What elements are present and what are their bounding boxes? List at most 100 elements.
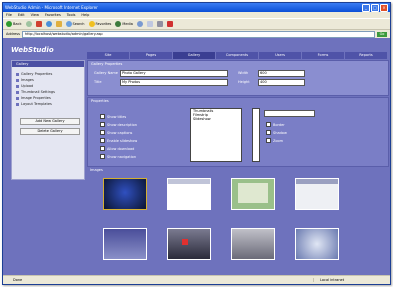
tab-users[interactable]: Users	[259, 52, 301, 59]
checkbox-label: Show captions	[107, 130, 133, 135]
image-thumbnail[interactable]	[103, 178, 147, 210]
menu-tools[interactable]: Tools	[67, 13, 76, 17]
image-thumbnail[interactable]	[295, 228, 339, 260]
favorites-button[interactable]: Favorites	[88, 21, 112, 27]
sidebar-item-label: Image Properties	[21, 96, 51, 100]
width-label: Width	[238, 71, 249, 75]
gallery-name-input[interactable]: Photo Gallery	[120, 70, 228, 77]
checkbox-box	[266, 138, 271, 143]
tab-gallery[interactable]: Gallery	[173, 52, 215, 59]
menu-edit[interactable]: Edit	[18, 13, 25, 17]
page-content: WebStudio Gallery Gallery Properties Ima…	[3, 38, 390, 275]
image-thumbnail[interactable]	[231, 228, 275, 260]
enable-slideshow-checkbox[interactable]: Enable slideshow	[100, 138, 137, 143]
checkbox-box	[100, 146, 105, 151]
checkbox-box	[100, 154, 105, 159]
bullet-icon	[16, 96, 19, 100]
mail-icon	[146, 21, 153, 27]
properties-panel: Properties Show titles Show description …	[87, 97, 389, 167]
edit-button[interactable]	[166, 21, 173, 27]
bullet-icon	[16, 102, 19, 106]
image-thumbnail[interactable]	[167, 178, 211, 210]
bullet-icon	[16, 78, 19, 82]
back-label: Back	[13, 22, 22, 26]
back-button[interactable]: Back	[6, 21, 22, 27]
delete-gallery-button[interactable]: Delete Gallery	[20, 128, 80, 135]
gallery-title-input[interactable]: My Photos	[120, 79, 228, 86]
checkbox-box	[266, 130, 271, 135]
home-button[interactable]	[55, 21, 62, 27]
back-icon	[6, 21, 12, 27]
sidebar-item-label: Layout Templates	[21, 102, 52, 106]
close-button[interactable]: ×	[380, 3, 388, 12]
media-icon	[115, 21, 122, 27]
app-logo: WebStudio	[11, 46, 54, 54]
image-thumbnail[interactable]	[103, 228, 147, 260]
show-description-checkbox[interactable]: Show description	[100, 122, 137, 127]
favorites-label: Favorites	[95, 22, 112, 26]
layout-listbox[interactable]: Thumbnails Filmstrip Slideshow	[190, 108, 242, 162]
option-input[interactable]	[264, 110, 315, 117]
search-label: Search	[72, 22, 85, 26]
forward-button[interactable]	[25, 21, 32, 27]
bullet-icon	[16, 72, 19, 76]
menu-favorites[interactable]: Favorites	[45, 13, 61, 17]
media-button[interactable]: Media	[115, 21, 133, 27]
checkbox-box	[266, 122, 271, 127]
checkbox-label: Border	[273, 122, 285, 127]
checkbox-box	[100, 138, 105, 143]
name-label: Gallery Name	[94, 71, 118, 75]
border-checkbox[interactable]: Border	[266, 122, 285, 127]
show-captions-checkbox[interactable]: Show captions	[100, 130, 132, 135]
tab-reports[interactable]: Reports	[345, 52, 387, 59]
refresh-icon	[45, 21, 52, 27]
sidebar-item-label: Images	[21, 78, 34, 82]
minimize-button[interactable]: _	[362, 3, 370, 12]
address-label: Address	[6, 32, 20, 36]
show-navigation-checkbox[interactable]: Show navigation	[100, 154, 136, 159]
checkbox-box	[100, 130, 105, 135]
checkbox-label: Enable slideshow	[107, 138, 138, 143]
scrollbar[interactable]	[252, 108, 260, 162]
security-zone: Local intranet	[313, 278, 390, 282]
add-gallery-button[interactable]: Add New Gallery	[20, 118, 80, 125]
status-text: Done	[13, 278, 23, 282]
tab-forms[interactable]: Forms	[302, 52, 344, 59]
refresh-button[interactable]	[45, 21, 52, 27]
menu-help[interactable]: Help	[81, 13, 89, 17]
checkbox-label: Show titles	[107, 114, 127, 119]
show-titles-checkbox[interactable]: Show titles	[100, 114, 126, 119]
checkbox-label: Shadow	[273, 130, 287, 135]
tab-pages[interactable]: Pages	[130, 52, 172, 59]
menu-view[interactable]: View	[31, 13, 39, 17]
go-button[interactable]: Go	[377, 31, 387, 37]
image-gallery: Images	[87, 168, 387, 275]
stop-icon	[35, 21, 42, 27]
mail-button[interactable]	[146, 21, 153, 27]
allow-download-checkbox[interactable]: Allow download	[100, 146, 134, 151]
stop-button[interactable]	[35, 21, 42, 27]
menu-file[interactable]: File	[6, 13, 12, 17]
tab-site[interactable]: Site	[87, 52, 129, 59]
sidebar-item-label: Thumbnail Settings	[21, 90, 55, 94]
title-label: Title	[94, 80, 102, 84]
width-input[interactable]: 600	[258, 70, 305, 77]
history-button[interactable]	[136, 21, 143, 27]
browser-window: WebStudio Admin - Microsoft Internet Exp…	[2, 2, 391, 285]
height-input[interactable]: 400	[258, 79, 305, 86]
image-thumbnail[interactable]	[295, 178, 339, 210]
shadow-checkbox[interactable]: Shadow	[266, 130, 287, 135]
checkbox-label: Allow download	[107, 146, 135, 151]
zoom-checkbox[interactable]: Zoom	[266, 138, 283, 143]
list-item[interactable]: Slideshow	[191, 117, 241, 121]
maximize-button[interactable]: □	[371, 3, 379, 12]
image-thumbnail[interactable]	[167, 228, 211, 260]
image-thumbnail[interactable]	[231, 178, 275, 210]
address-input[interactable]: http://localhost/webstudio/admin/gallery…	[21, 30, 375, 38]
tab-components[interactable]: Components	[216, 52, 258, 59]
checkbox-box	[100, 114, 105, 119]
print-button[interactable]	[156, 21, 163, 27]
title-bar: WebStudio Admin - Microsoft Internet Exp…	[3, 3, 390, 12]
search-button[interactable]: Search	[65, 21, 85, 27]
sidebar-item-label: Upload	[21, 84, 34, 88]
